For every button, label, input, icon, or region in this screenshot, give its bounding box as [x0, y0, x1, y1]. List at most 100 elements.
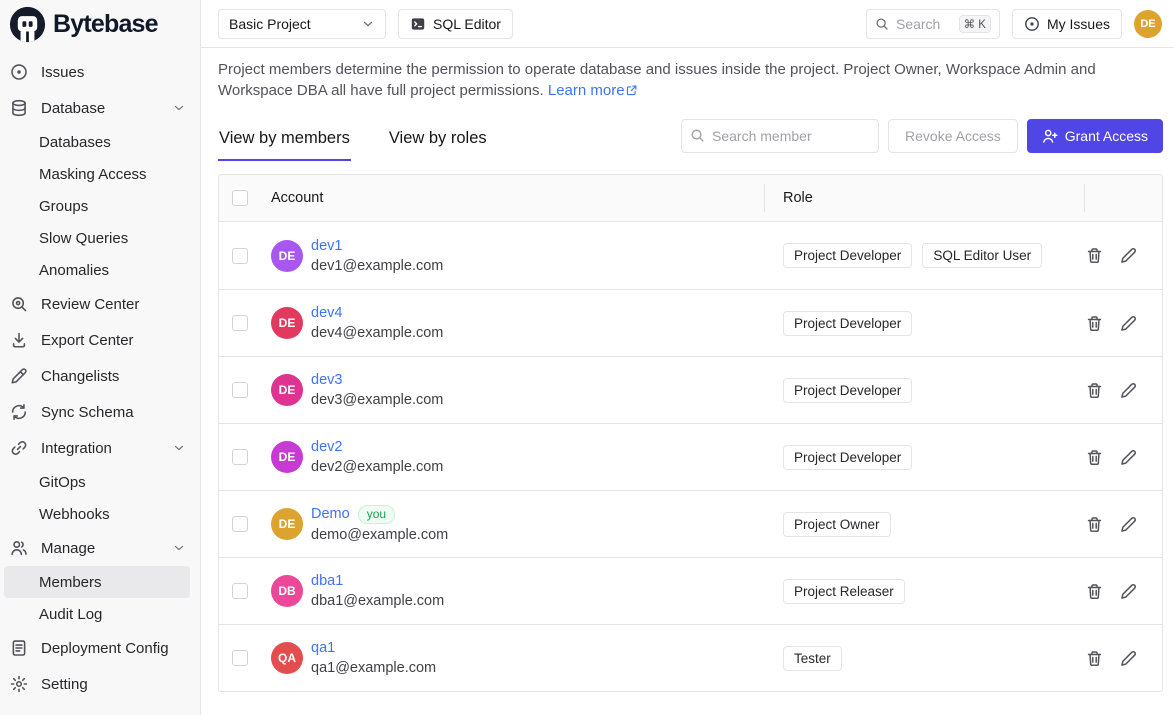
- sidebar-item-slow-queries[interactable]: Slow Queries: [0, 222, 200, 254]
- sidebar-item-databases[interactable]: Databases: [0, 126, 200, 158]
- pencil-icon: [1120, 449, 1137, 466]
- edit-member-button[interactable]: [1120, 247, 1137, 264]
- sidebar-item-issues[interactable]: Issues: [0, 54, 200, 90]
- table-row: DEdev3dev3@example.comProject Developer: [219, 356, 1162, 423]
- link-icon: [10, 439, 28, 457]
- row-checkbox[interactable]: [232, 248, 248, 264]
- sidebar-item-review-center[interactable]: Review Center: [0, 286, 200, 322]
- learn-more-link[interactable]: Learn more: [548, 82, 638, 99]
- delete-member-button[interactable]: [1086, 449, 1103, 466]
- sidebar-item-changelists[interactable]: Changelists: [0, 358, 200, 394]
- sidebar-item-label: Changelists: [41, 368, 119, 385]
- sidebar-item-anomalies[interactable]: Anomalies: [0, 254, 200, 286]
- user-avatar[interactable]: DE: [1134, 10, 1162, 38]
- member-name-link[interactable]: dba1: [311, 572, 343, 590]
- delete-member-button[interactable]: [1086, 516, 1103, 533]
- edit-member-button[interactable]: [1120, 449, 1137, 466]
- sql-editor-label: SQL Editor: [433, 16, 501, 32]
- revoke-access-button[interactable]: Revoke Access: [888, 119, 1018, 153]
- grant-access-button[interactable]: Grant Access: [1027, 119, 1163, 153]
- bytebase-app: Bytebase Issues Database DatabasesMasking …: [0, 0, 1174, 715]
- sidebar-item-groups[interactable]: Groups: [0, 190, 200, 222]
- member-name-link[interactable]: qa1: [311, 639, 335, 657]
- edit-member-button[interactable]: [1120, 516, 1137, 533]
- trash-icon: [1086, 583, 1103, 600]
- view-tabs: View by members View by roles: [218, 125, 488, 161]
- role-badge: Project Releaser: [783, 579, 905, 604]
- chevron-down-icon: [172, 441, 186, 455]
- row-checkbox[interactable]: [232, 583, 248, 599]
- search-icon: [875, 17, 889, 31]
- sidebar-item-members[interactable]: Members: [4, 566, 190, 598]
- changelists-icon: [10, 367, 28, 385]
- tab-view-by-members[interactable]: View by members: [218, 125, 351, 161]
- edit-member-button[interactable]: [1120, 583, 1137, 600]
- my-issues-label: My Issues: [1047, 16, 1110, 32]
- member-name-link[interactable]: Demo: [311, 505, 350, 523]
- sidebar-item-gitops[interactable]: GitOps: [0, 466, 200, 498]
- circle-dot-icon: [10, 63, 28, 81]
- member-email: dev4@example.com: [311, 324, 443, 342]
- role-badge: Project Developer: [783, 378, 912, 403]
- sidebar-item-label: Anomalies: [39, 262, 109, 279]
- member-name-link[interactable]: dev4: [311, 304, 342, 322]
- pencil-icon: [1120, 247, 1137, 264]
- member-email: dev2@example.com: [311, 458, 443, 476]
- role-badge: Project Developer: [783, 311, 912, 336]
- sidebar-item-label: Database: [41, 100, 105, 117]
- sidebar-item-database[interactable]: Database: [0, 90, 200, 126]
- global-search-button[interactable]: Search ⌘ K: [866, 9, 1000, 39]
- chevron-down-icon: [172, 101, 186, 115]
- role-badge: Project Developer: [783, 243, 912, 268]
- description-text: Project members determine the permission…: [218, 61, 1096, 99]
- row-checkbox[interactable]: [232, 650, 248, 666]
- sidebar-item-masking-access[interactable]: Masking Access: [0, 158, 200, 190]
- delete-member-button[interactable]: [1086, 247, 1103, 264]
- trash-icon: [1086, 247, 1103, 264]
- edit-member-button[interactable]: [1120, 382, 1137, 399]
- sidebar-item-audit-log[interactable]: Audit Log: [0, 598, 200, 630]
- toolbar-actions: Revoke Access Grant Access: [681, 119, 1163, 153]
- sidebar-item-export-center[interactable]: Export Center: [0, 322, 200, 358]
- edit-member-button[interactable]: [1120, 315, 1137, 332]
- member-email: dev1@example.com: [311, 257, 443, 275]
- brand-name: Bytebase: [53, 10, 158, 39]
- edit-member-button[interactable]: [1120, 650, 1137, 667]
- tab-view-by-roles[interactable]: View by roles: [388, 125, 488, 161]
- sidebar-nav: Issues Database DatabasesMasking AccessGro…: [0, 48, 200, 702]
- delete-member-button[interactable]: [1086, 650, 1103, 667]
- member-avatar: QA: [271, 642, 303, 674]
- role-badge: Project Developer: [783, 445, 912, 470]
- project-select[interactable]: Basic Project: [218, 9, 386, 39]
- row-checkbox[interactable]: [232, 449, 248, 465]
- trash-icon: [1086, 516, 1103, 533]
- my-issues-button[interactable]: My Issues: [1012, 9, 1122, 39]
- pencil-icon: [1120, 650, 1137, 667]
- database-icon: [10, 99, 28, 117]
- table-row: DEdev1dev1@example.comProject DeveloperS…: [219, 222, 1162, 289]
- row-checkbox[interactable]: [232, 516, 248, 532]
- delete-member-button[interactable]: [1086, 382, 1103, 399]
- sidebar-item-label: Sync Schema: [41, 404, 134, 421]
- sql-editor-button[interactable]: SQL Editor: [398, 9, 513, 39]
- sidebar-item-webhooks[interactable]: Webhooks: [0, 498, 200, 530]
- member-name-link[interactable]: dev3: [311, 371, 342, 389]
- sidebar-item-manage[interactable]: Manage: [0, 530, 200, 566]
- member-name-link[interactable]: dev2: [311, 438, 342, 456]
- row-checkbox[interactable]: [232, 315, 248, 331]
- delete-member-button[interactable]: [1086, 315, 1103, 332]
- sidebar-item-deployment-config[interactable]: Deployment Config: [0, 630, 200, 666]
- delete-member-button[interactable]: [1086, 583, 1103, 600]
- download-icon: [10, 331, 28, 349]
- chevron-down-icon: [172, 541, 186, 555]
- role-badge: Project Owner: [783, 512, 891, 537]
- sidebar-item-integration[interactable]: Integration: [0, 430, 200, 466]
- sidebar-item-sync-schema[interactable]: Sync Schema: [0, 394, 200, 430]
- file-icon: [10, 639, 28, 657]
- bytebase-logo[interactable]: Bytebase: [0, 0, 200, 48]
- sidebar-item-setting[interactable]: Setting: [0, 666, 200, 702]
- select-all-checkbox[interactable]: [232, 190, 248, 206]
- search-member-input[interactable]: [681, 119, 879, 153]
- member-name-link[interactable]: dev1: [311, 237, 342, 255]
- row-checkbox[interactable]: [232, 382, 248, 398]
